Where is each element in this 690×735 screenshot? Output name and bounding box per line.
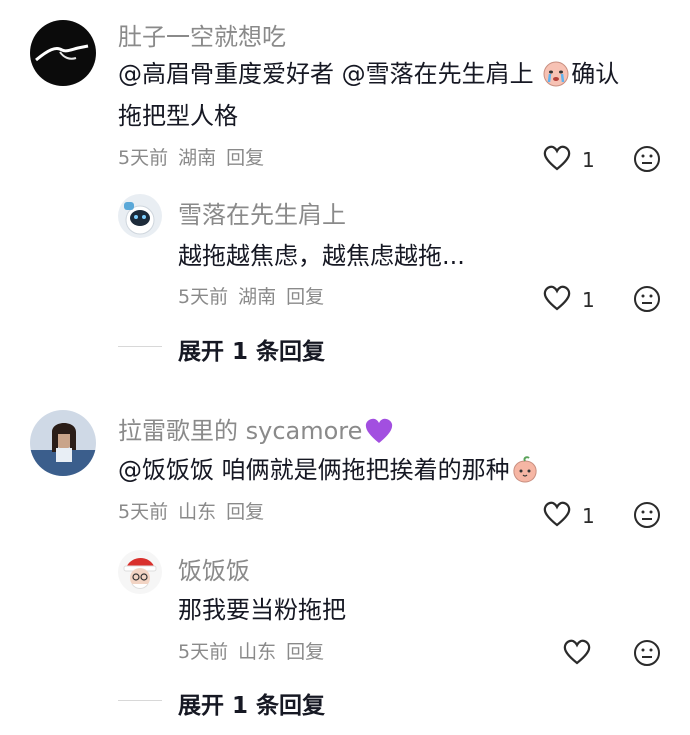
reply-username[interactable]: 饭饭饭	[178, 556, 250, 586]
meh-face-icon[interactable]	[632, 500, 662, 534]
comment-text: @饭饭饭 咱俩就是俩拖把挨着的那种	[118, 452, 540, 494]
peach-emoji	[510, 454, 540, 494]
like-count: 1	[582, 288, 595, 312]
reply-meta: 5天前 湖南 回复	[178, 285, 334, 309]
username-text: 拉雷歌里的 sycamore	[118, 417, 363, 445]
heart-outline-icon	[542, 144, 572, 176]
reply-time: 5天前	[178, 641, 229, 663]
comment-time: 5天前	[118, 147, 169, 169]
reply-text: 越拖越焦虑，越焦虑越拖...	[178, 242, 465, 270]
comment-meta: 5天前 山东 回复	[118, 500, 274, 524]
heart-outline-icon	[562, 638, 592, 670]
like-button[interactable]: 1	[542, 284, 595, 316]
reply-button[interactable]: 回复	[286, 641, 324, 663]
comment-username[interactable]: 拉雷歌里的 sycamore	[118, 416, 394, 452]
meh-face-icon[interactable]	[632, 284, 662, 318]
reply-username[interactable]: 雪落在先生肩上	[178, 200, 346, 230]
heart-outline-icon	[542, 500, 572, 532]
like-button[interactable]: 1	[542, 144, 595, 176]
reply-text: 那我要当粉拖把	[178, 596, 346, 624]
avatar[interactable]	[118, 194, 162, 238]
avatar[interactable]	[30, 20, 96, 86]
crying-face-emoji	[541, 58, 571, 98]
divider	[118, 700, 162, 701]
reply-location: 湖南	[238, 286, 277, 308]
purple-heart-emoji	[364, 417, 394, 452]
heart-outline-icon	[542, 284, 572, 316]
reply-button[interactable]: 回复	[226, 501, 264, 523]
expand-replies-button[interactable]: 展开 1 条回复	[178, 686, 325, 720]
reply-button[interactable]: 回复	[226, 147, 264, 169]
comment-location: 湖南	[178, 147, 217, 169]
meh-face-icon[interactable]	[632, 144, 662, 178]
mention-link[interactable]: @高眉骨重度爱好者	[118, 60, 334, 88]
like-button[interactable]	[562, 638, 602, 670]
comment-text-body: 咱俩就是俩拖把挨着的那种	[221, 456, 510, 484]
comment-username[interactable]: 肚子一空就想吃	[118, 22, 286, 52]
comment-meta: 5天前 湖南 回复	[118, 146, 274, 170]
like-count: 1	[582, 504, 595, 528]
avatar[interactable]	[118, 550, 162, 594]
comment-time: 5天前	[118, 501, 169, 523]
reply-location: 山东	[238, 641, 277, 663]
reply-button[interactable]: 回复	[286, 286, 324, 308]
mention-link[interactable]: @饭饭饭	[118, 456, 214, 484]
comment-text-tail: 确认	[571, 60, 620, 88]
reply-meta: 5天前 山东 回复	[178, 640, 334, 664]
mention-link[interactable]: @雪落在先生肩上	[342, 60, 534, 88]
avatar[interactable]	[30, 410, 96, 476]
like-button[interactable]: 1	[542, 500, 595, 532]
divider	[118, 346, 162, 347]
reply-time: 5天前	[178, 286, 229, 308]
comment-location: 山东	[178, 501, 217, 523]
comment-text-line: 拖把型人格	[118, 102, 238, 130]
meh-face-icon[interactable]	[632, 638, 662, 672]
like-count: 1	[582, 148, 595, 172]
expand-replies-button[interactable]: 展开 1 条回复	[178, 332, 325, 366]
comment-text: @高眉骨重度爱好者 @雪落在先生肩上 确认	[118, 56, 619, 98]
